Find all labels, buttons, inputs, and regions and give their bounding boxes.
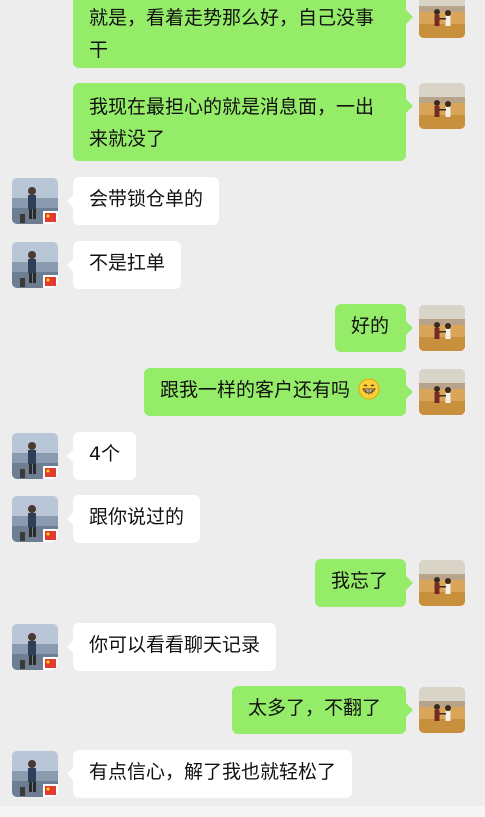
bubble-tail xyxy=(406,321,413,335)
contact-avatar-other[interactable] xyxy=(12,433,58,479)
contact-avatar-self[interactable] xyxy=(419,83,465,129)
message-bubble-received[interactable]: 会带锁仓单的 xyxy=(73,177,220,225)
message-text: 跟你说过的 xyxy=(89,506,185,528)
message-bubble-sent[interactable]: 我忘了 xyxy=(315,559,406,607)
message-bubble-received[interactable]: 跟你说过的 xyxy=(73,495,201,543)
message-bubble-sent[interactable]: 跟我一样的客户还有吗 xyxy=(144,368,406,416)
message-bubble-received[interactable]: 4个 xyxy=(73,432,137,480)
bubble-tail xyxy=(406,99,413,113)
message-text: 有点信心，解了我也就轻松了 xyxy=(89,761,337,783)
message-text: 4个 xyxy=(89,443,121,465)
contact-avatar-other[interactable] xyxy=(12,178,58,224)
message-bubble-received[interactable]: 有点信心，解了我也就轻松了 xyxy=(73,750,353,798)
bubble-tail xyxy=(406,703,413,717)
contact-avatar-self[interactable] xyxy=(419,305,465,351)
bubble-tail xyxy=(406,385,413,399)
bubble-tail xyxy=(406,10,413,24)
contact-avatar-other[interactable] xyxy=(12,624,58,670)
message-bubble-sent[interactable]: 我现在最担心的就是消息面，一出来就没了 xyxy=(73,83,406,161)
message-text: 不是扛单 xyxy=(89,252,166,274)
contact-avatar-other[interactable] xyxy=(12,751,58,797)
message-text: 就是，看着走势那么好，自己没事干 xyxy=(89,7,375,61)
contact-avatar-other[interactable] xyxy=(12,242,58,288)
message-text: 好的 xyxy=(351,315,390,337)
message-bubble-sent[interactable]: 好的 xyxy=(335,304,406,352)
message-text: 太多了，不翻了 xyxy=(248,697,382,719)
contact-avatar-other[interactable] xyxy=(12,496,58,542)
message-bubble-received[interactable]: 不是扛单 xyxy=(73,241,182,289)
grinning-face-emoji xyxy=(358,378,380,400)
bubble-tail xyxy=(406,576,413,590)
message-bubble-received[interactable]: 你可以看看聊天记录 xyxy=(73,623,277,671)
chat-message-list[interactable]: 就是，看着走势那么好，自己没事干 我现在最担心的就是消息面，一出来就没了 会带锁… xyxy=(0,0,485,817)
contact-avatar-self[interactable] xyxy=(419,0,465,38)
message-text: 我现在最担心的就是消息面，一出来就没了 xyxy=(89,96,375,150)
message-bubble-sent[interactable]: 就是，看着走势那么好，自己没事干 xyxy=(73,0,406,68)
message-bubble-sent[interactable]: 太多了，不翻了 xyxy=(232,686,406,734)
contact-avatar-self[interactable] xyxy=(419,687,465,733)
contact-avatar-self[interactable] xyxy=(419,369,465,415)
message-text: 你可以看看聊天记录 xyxy=(89,634,261,656)
message-text: 跟我一样的客户还有吗 xyxy=(160,379,351,401)
message-text: 会带锁仓单的 xyxy=(89,188,204,210)
contact-avatar-self[interactable] xyxy=(419,560,465,606)
bottom-edge xyxy=(0,806,485,817)
message-text: 我忘了 xyxy=(331,570,389,592)
